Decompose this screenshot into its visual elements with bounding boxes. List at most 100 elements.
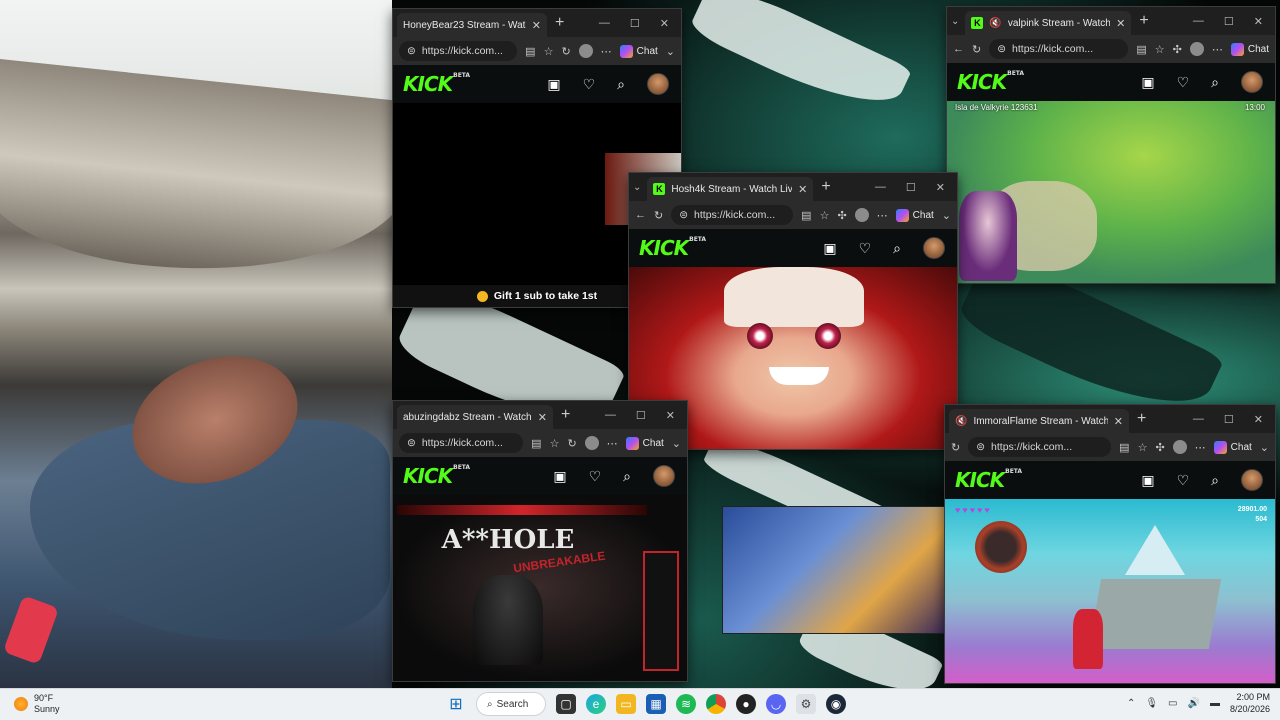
new-tab-button[interactable]: + [821,178,830,196]
close-window-icon[interactable]: ✕ [1254,413,1263,426]
weather-widget[interactable]: 90°F Sunny [14,693,60,715]
reader-icon[interactable]: ▤ [1119,441,1129,454]
dropdown-icon[interactable]: ⌄ [1260,441,1269,454]
file-explorer-icon[interactable]: ▭ [616,694,636,714]
minimize-icon[interactable]: — [875,181,886,193]
chat-button[interactable]: Chat [619,44,658,58]
browse-icon[interactable]: ▣ [1141,74,1154,91]
reader-icon[interactable]: ▤ [525,45,535,58]
site-info-icon[interactable]: ⊜ [976,441,985,453]
maximize-icon[interactable]: ☐ [636,409,646,422]
user-avatar[interactable] [647,73,669,95]
store-icon[interactable]: ▦ [646,694,666,714]
chat-button[interactable]: Chat [1213,440,1252,454]
dropdown-icon[interactable]: ⌄ [942,209,951,222]
site-info-icon[interactable]: ⊜ [407,45,416,57]
tab-list-icon[interactable]: ⌄ [633,182,641,193]
kick-logo[interactable]: KICKBETA [639,236,706,260]
user-avatar[interactable] [1241,469,1263,491]
following-heart-icon[interactable]: ♡ [1177,472,1190,489]
dropdown-icon[interactable]: ⌄ [672,437,681,450]
url-field[interactable]: ⊜ https://kick.com... [989,39,1129,59]
close-window-icon[interactable]: ✕ [660,17,669,30]
close-tab-icon[interactable]: ✕ [532,19,541,32]
user-avatar[interactable] [1241,71,1263,93]
refresh-icon[interactable]: ↻ [654,209,663,222]
dropdown-icon[interactable]: ⌄ [666,45,675,58]
browser-window-immoralflame[interactable]: 🔇 ImmoralFlame Stream - Watch Live on Ki… [944,404,1276,684]
refresh-icon[interactable]: ↻ [567,437,576,450]
url-field[interactable]: ⊜ https://kick.com... [671,205,794,225]
more-menu-icon[interactable]: ⋯ [607,437,618,450]
edge-icon[interactable]: e [586,694,606,714]
maximize-icon[interactable]: ☐ [906,181,916,194]
network-icon[interactable]: ▭ [1168,698,1177,709]
search-icon[interactable]: ⌕ [617,76,625,93]
extensions-icon[interactable]: ✣ [1155,441,1164,454]
volume-icon[interactable]: 🔊 [1188,698,1200,709]
site-info-icon[interactable]: ⊜ [679,209,688,221]
profile-icon[interactable] [578,44,593,58]
following-heart-icon[interactable]: ♡ [583,76,596,93]
tab-abuzingdabz[interactable]: abuzingdabz Stream - Watch Live on Kick … [397,405,553,429]
favorite-star-icon[interactable]: ☆ [550,437,560,450]
refresh-icon[interactable]: ↻ [951,441,960,454]
maximize-icon[interactable]: ☐ [630,17,640,30]
back-icon[interactable]: ← [635,209,646,221]
user-avatar[interactable] [653,465,675,487]
extensions-icon[interactable]: ✣ [837,209,846,222]
new-tab-button[interactable]: + [1137,410,1146,428]
close-window-icon[interactable]: ✕ [1254,15,1263,28]
favorite-star-icon[interactable]: ☆ [1138,441,1148,454]
following-heart-icon[interactable]: ♡ [1177,74,1190,91]
browser-window-abuzingdabz[interactable]: abuzingdabz Stream - Watch Live on Kick … [392,400,688,682]
user-avatar[interactable] [923,237,945,259]
task-view-icon[interactable]: ▢ [556,694,576,714]
favorite-star-icon[interactable]: ☆ [544,45,554,58]
muted-speaker-icon[interactable]: 🔇 [955,416,967,427]
kick-logo[interactable]: KICKBETA [957,70,1024,94]
close-tab-icon[interactable]: ✕ [1114,415,1123,428]
more-menu-icon[interactable]: ⋯ [1212,43,1223,56]
reader-icon[interactable]: ▤ [801,209,811,222]
back-icon[interactable]: ← [953,43,964,55]
profile-icon[interactable] [1189,42,1204,56]
url-field[interactable]: ⊜ https://kick.com... [399,433,524,453]
taskbar-search[interactable]: ⌕ Search [476,692,546,716]
search-icon[interactable]: ⌕ [1211,74,1219,91]
close-tab-icon[interactable]: ✕ [1116,17,1125,30]
tab-valpink[interactable]: K 🔇 valpink Stream - Watch Live on Kick … [965,11,1132,35]
minimize-icon[interactable]: — [1193,15,1204,27]
browser-window-valpink[interactable]: ⌄ K 🔇 valpink Stream - Watch Live on Kic… [946,6,1276,284]
close-window-icon[interactable]: ✕ [666,409,675,422]
following-heart-icon[interactable]: ♡ [589,468,602,485]
settings-icon[interactable]: ⚙ [796,694,816,714]
extensions-icon[interactable]: ✣ [1173,43,1182,56]
search-icon[interactable]: ⌕ [1211,472,1219,489]
chat-button[interactable]: Chat [1230,42,1269,56]
profile-icon[interactable] [854,208,869,222]
new-tab-button[interactable]: + [561,406,570,424]
chevron-up-icon[interactable]: ⌃ [1127,698,1135,709]
maximize-icon[interactable]: ☐ [1224,15,1234,28]
kick-logo[interactable]: KICKBETA [403,72,470,96]
following-heart-icon[interactable]: ♡ [859,240,872,257]
site-info-icon[interactable]: ⊜ [997,43,1006,55]
muted-speaker-icon[interactable]: 🔇 [989,18,1001,29]
minimize-icon[interactable]: — [599,17,610,29]
url-field[interactable]: ⊜ https://kick.com... [399,41,518,61]
search-icon[interactable]: ⌕ [623,468,631,485]
profile-icon[interactable] [1172,440,1187,454]
favorite-star-icon[interactable]: ☆ [820,209,830,222]
refresh-icon[interactable]: ↻ [972,43,981,56]
video-player[interactable]: Isla de Valkyrie 123631 13:00 [947,101,1275,283]
steam-icon[interactable]: ◉ [826,694,846,714]
browse-icon[interactable]: ▣ [553,468,566,485]
more-menu-icon[interactable]: ⋯ [601,45,612,58]
maximize-icon[interactable]: ☐ [1224,413,1234,426]
new-tab-button[interactable]: + [555,14,564,32]
reader-icon[interactable]: ▤ [1136,43,1146,56]
more-menu-icon[interactable]: ⋯ [1195,441,1206,454]
discord-icon[interactable]: ◡ [766,694,786,714]
minimize-icon[interactable]: — [605,409,616,421]
